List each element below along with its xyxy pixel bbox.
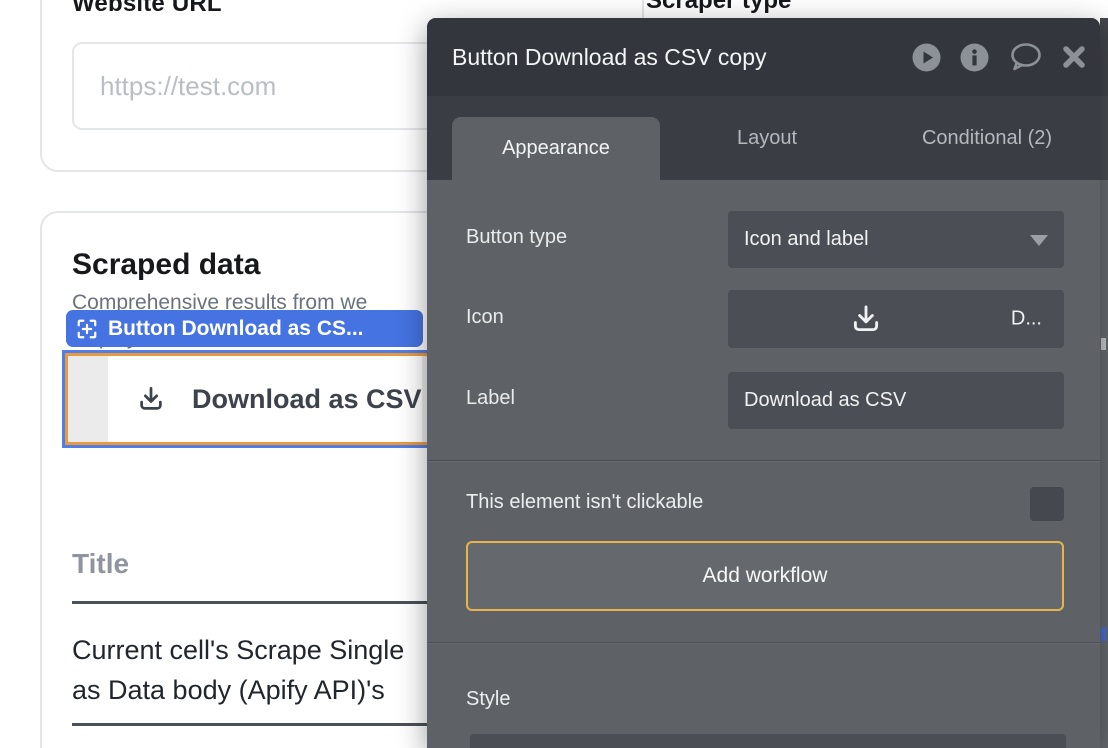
icon-picker[interactable]: D... [728, 290, 1064, 348]
selected-element-name: Button Download as CS... [108, 317, 364, 341]
label-input[interactable]: Download as CSV [728, 372, 1064, 429]
element-margin-left [68, 356, 108, 442]
tab-appearance[interactable]: Appearance [452, 117, 660, 180]
table-cell-line2: as Data body (Apify API)'s [72, 670, 404, 710]
button-type-label: Button type [466, 226, 567, 249]
preview-play-icon[interactable] [912, 43, 941, 72]
download-csv-button-canvas[interactable]: Download as CSV [108, 356, 422, 442]
panel-tabbar: Appearance Layout Conditional (2) [427, 96, 1100, 180]
icon-label: Icon [466, 306, 504, 329]
download-icon [136, 384, 166, 414]
icon-name-truncated: D... [1011, 308, 1042, 331]
section-divider [427, 460, 1100, 461]
button-type-value: Icon and label [744, 228, 869, 251]
editor-scrollbar[interactable] [1100, 0, 1108, 748]
scraper-type-label: Scraper type [646, 0, 791, 15]
edge-canvas-sliver [1100, 0, 1108, 18]
property-editor-panel: Button Download as CSV copy [427, 18, 1100, 748]
table-cell-expression: Current cell's Scrape Single as Data bod… [72, 630, 404, 710]
tab-conditional[interactable]: Conditional (2) [874, 96, 1100, 180]
element-select-icon [76, 318, 98, 340]
chevron-down-icon [1030, 235, 1048, 246]
clickable-checkbox[interactable] [1030, 487, 1064, 521]
style-section-label: Style [466, 688, 510, 711]
bubble-editor-screen: Website URL Scraper type Scraped data Co… [0, 0, 1108, 748]
panel-header-actions [912, 18, 1086, 96]
edge-tab-sliver [1100, 96, 1108, 180]
label-input-value: Download as CSV [744, 389, 906, 412]
panel-title: Button Download as CSV copy [452, 18, 767, 96]
selected-element-badge[interactable]: Button Download as CS... [66, 310, 423, 347]
download-button-element[interactable]: Download as CSV [65, 353, 439, 445]
section-divider [427, 642, 1100, 643]
download-icon [849, 302, 883, 336]
table-cell-line1: Current cell's Scrape Single [72, 630, 404, 670]
not-clickable-text: This element isn't clickable [466, 491, 703, 514]
add-workflow-button[interactable]: Add workflow [466, 541, 1064, 611]
panel-body: Button type Icon and label Icon D... Lab… [427, 180, 1100, 748]
tab-layout[interactable]: Layout [660, 96, 874, 180]
comment-icon[interactable] [1008, 42, 1043, 72]
style-dropdown-partial[interactable] [470, 734, 1066, 748]
edge-fleck-blue [1101, 627, 1106, 641]
info-icon[interactable] [960, 43, 989, 72]
panel-header[interactable]: Button Download as CSV copy [427, 18, 1100, 96]
selected-element-outline[interactable]: Download as CSV [62, 350, 442, 448]
edge-dark-sliver [1100, 18, 1108, 96]
table-column-header: Title [72, 548, 129, 580]
download-csv-button-label: Download as CSV [192, 384, 422, 415]
close-icon[interactable] [1062, 45, 1086, 69]
edge-fleck [1101, 338, 1106, 350]
label-field-label: Label [466, 387, 515, 410]
add-workflow-label: Add workflow [703, 564, 828, 588]
website-url-label: Website URL [72, 0, 222, 18]
scraped-data-title: Scraped data [72, 248, 260, 282]
button-type-dropdown[interactable]: Icon and label [728, 211, 1064, 268]
